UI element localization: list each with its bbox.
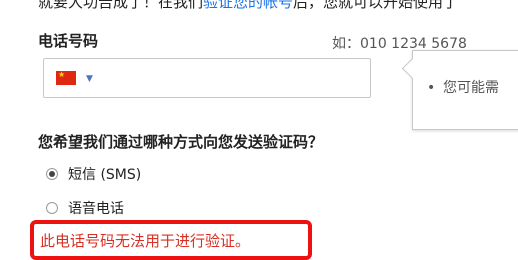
verification-method-question: 您希望我们通过哪种方式向您发送验证码？ [38, 133, 324, 151]
intro-text: 就要大功告成了！在我们验证您的帐号后，您就可以开始使用了 [38, 0, 458, 12]
sms-label: 短信 (SMS) [68, 167, 142, 183]
phone-field: ★ ▼ [43, 58, 371, 98]
intro-text-after: 后，您就可以开始使用了 [293, 0, 459, 11]
error-message: 此电话号码无法用于进行验证。 [40, 232, 251, 250]
phone-tooltip: • 您可能需 [401, 50, 518, 130]
country-picker[interactable]: ★ ▼ [56, 70, 100, 87]
verify-account-link[interactable]: 验证您的帐号 [203, 0, 293, 11]
phone-input[interactable] [108, 63, 367, 95]
tooltip-text: 您可能需 [443, 80, 499, 96]
tooltip-arrow [401, 57, 424, 80]
china-flag-icon: ★ [56, 70, 76, 85]
phone-label: 电话号码 [38, 32, 99, 50]
tooltip-bullet: • [427, 80, 436, 96]
voice-call-label: 语音电话 [68, 201, 124, 217]
caret-down-icon: ▼ [86, 74, 93, 84]
voice-call-radio[interactable] [46, 202, 58, 214]
sms-radio[interactable] [46, 168, 58, 180]
intro-text-before: 就要大功告成了！在我们 [38, 0, 204, 11]
error-highlight-box: 此电话号码无法用于进行验证。 [30, 220, 312, 260]
